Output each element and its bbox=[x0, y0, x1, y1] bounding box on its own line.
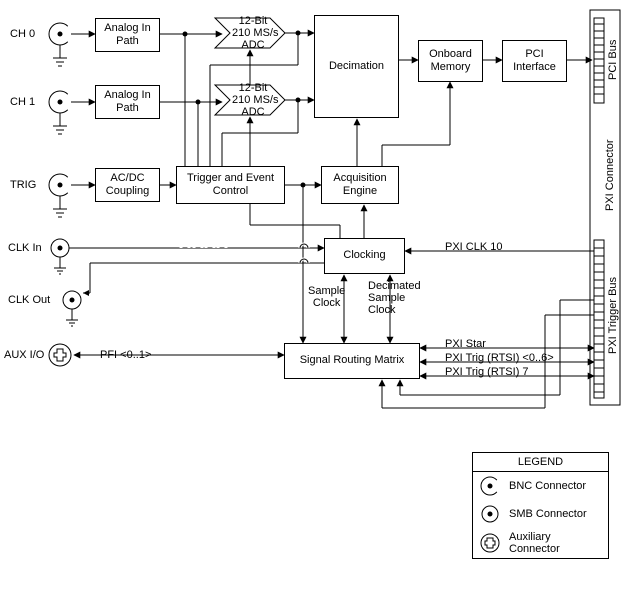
block-pci-interface: PCI Interface bbox=[502, 40, 567, 82]
label-decimated-sample-clock: Decimated Sample Clock bbox=[368, 280, 421, 316]
label-pxi-star: PXI Star bbox=[445, 338, 486, 350]
label-pxi-trig-7: PXI Trig (RTSI) 7 bbox=[445, 366, 529, 378]
block-signal-routing: Signal Routing Matrix bbox=[284, 343, 420, 379]
label-trig: TRIG bbox=[10, 179, 36, 191]
block-acdc-coupling: AC/DC Coupling bbox=[95, 168, 160, 202]
block-adc-1: 12-Bit 210 MS/s ADC bbox=[232, 82, 274, 118]
legend-smb-label: SMB Connector bbox=[509, 508, 587, 520]
label-ch0: CH 0 bbox=[10, 28, 35, 40]
block-onboard-memory: Onboard Memory bbox=[418, 40, 483, 82]
smb-icon bbox=[479, 503, 501, 525]
label-aux-io: AUX I/O bbox=[4, 349, 44, 361]
legend-title: LEGEND bbox=[473, 453, 608, 472]
block-clocking: Clocking bbox=[324, 238, 405, 274]
label-clk-out: CLK Out bbox=[8, 294, 50, 306]
label-pxi-clk10: PXI CLK 10 bbox=[445, 241, 502, 253]
label-sample-clock: Sample Clock bbox=[308, 285, 345, 309]
label-pxi-trig-06: PXI Trig (RTSI) <0..6> bbox=[445, 352, 554, 364]
legend-bnc-label: BNC Connector bbox=[509, 480, 586, 492]
legend-aux-label: Auxiliary Connector bbox=[509, 531, 602, 555]
label-pci-bus: PCI Bus bbox=[608, 30, 619, 90]
label-pfi: PFI <0..1> bbox=[100, 349, 151, 361]
block-analog-in-path-0: Analog In Path bbox=[95, 18, 160, 52]
legend-box: LEGEND BNC Connector SMB Connector Auxil… bbox=[472, 452, 609, 559]
block-acquisition-engine: Acquisition Engine bbox=[321, 166, 399, 204]
block-adc-0: 12-Bit 210 MS/s ADC bbox=[232, 15, 274, 51]
aux-icon bbox=[479, 532, 501, 554]
legend-row-aux: Auxiliary Connector bbox=[473, 528, 608, 558]
block-analog-in-path-1: Analog In Path bbox=[95, 85, 160, 119]
label-clk-in: CLK In bbox=[8, 242, 42, 254]
label-ch1: CH 1 bbox=[10, 96, 35, 108]
label-pxi-trigger-bus: PXI Trigger Bus bbox=[608, 260, 619, 370]
label-pxi-connector: PXI Connector bbox=[605, 130, 616, 220]
legend-row-bnc: BNC Connector bbox=[473, 472, 608, 500]
block-diagram: { "inputs": { "ch0": "CH 0", "ch1": "CH … bbox=[0, 0, 634, 610]
block-trigger-event: Trigger and Event Control bbox=[176, 166, 285, 204]
block-decimation: Decimation bbox=[314, 15, 399, 118]
bnc-icon bbox=[479, 475, 501, 497]
legend-row-smb: SMB Connector bbox=[473, 500, 608, 528]
